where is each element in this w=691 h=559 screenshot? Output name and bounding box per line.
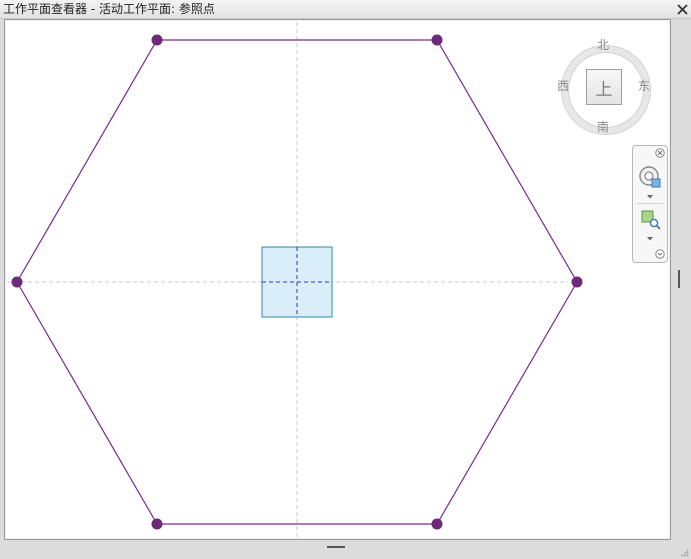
- vertex-point[interactable]: [151, 34, 163, 46]
- viewcube-face-label: 上: [595, 79, 613, 100]
- title-bar[interactable]: 工作平面查看器 - 活动工作平面: 参照点: [0, 0, 691, 19]
- navigation-bar: [632, 145, 668, 263]
- viewcube-face-top[interactable]: 上: [586, 69, 622, 105]
- close-button[interactable]: [674, 1, 690, 17]
- compass-north[interactable]: 北: [597, 39, 609, 51]
- vertical-scroll-thumb[interactable]: [678, 270, 680, 288]
- drawing-viewport[interactable]: 上 北 南 西 东: [4, 19, 671, 540]
- chevron-down-icon[interactable]: [646, 236, 654, 242]
- compass-west[interactable]: 西: [557, 80, 569, 92]
- horizontal-scrollbar[interactable]: [4, 540, 671, 555]
- workplane-viewer-window: 工作平面查看器 - 活动工作平面: 参照点 上 北 南 西 东: [0, 0, 691, 559]
- viewcube[interactable]: 上 北 南 西 东: [554, 38, 652, 136]
- steering-wheel-icon[interactable]: [638, 165, 662, 189]
- vertex-point[interactable]: [431, 518, 443, 530]
- compass-south[interactable]: 南: [597, 121, 609, 133]
- vertex-point[interactable]: [571, 276, 583, 288]
- chevron-down-icon[interactable]: [646, 194, 654, 200]
- zoom-region-icon[interactable]: [641, 210, 661, 230]
- vertex-point[interactable]: [151, 518, 163, 530]
- window-title: 工作平面查看器 - 活动工作平面: 参照点: [3, 2, 215, 16]
- horizontal-scroll-thumb[interactable]: [327, 546, 345, 548]
- options-icon[interactable]: [655, 249, 665, 259]
- vertex-point[interactable]: [431, 34, 443, 46]
- small-close-icon[interactable]: [655, 148, 665, 158]
- vertex-point[interactable]: [11, 276, 23, 288]
- vertical-scrollbar[interactable]: [671, 19, 687, 540]
- resize-grip-icon[interactable]: [681, 549, 689, 557]
- navbar-separator: [637, 203, 663, 204]
- close-icon: [676, 3, 688, 15]
- compass-east[interactable]: 东: [638, 80, 650, 92]
